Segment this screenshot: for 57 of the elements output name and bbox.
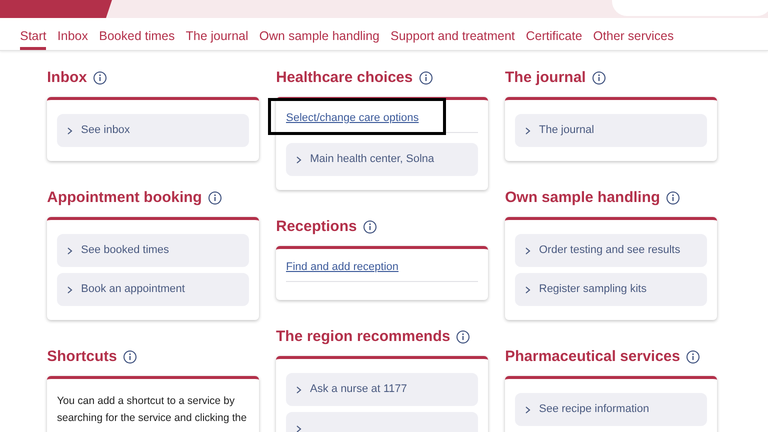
chevron-icon xyxy=(525,126,531,134)
tile-label: See recipe information xyxy=(539,402,650,418)
chevron-icon xyxy=(296,424,302,432)
info-icon[interactable] xyxy=(208,191,222,205)
chevron-icon xyxy=(67,126,73,134)
info-icon[interactable] xyxy=(592,71,606,85)
tile-label: Main health center, Solna xyxy=(310,152,434,168)
chevron-icon xyxy=(296,386,302,394)
info-icon[interactable] xyxy=(456,330,470,344)
service-tile[interactable]: See inbox xyxy=(57,114,249,147)
care-link[interactable]: Find and add reception xyxy=(286,261,399,273)
section-heading: The region recommends xyxy=(276,328,450,346)
nav-tab[interactable]: Inbox xyxy=(57,18,88,50)
info-icon[interactable] xyxy=(93,71,107,85)
tile-label: Ask a nurse at 1177 xyxy=(310,382,408,398)
info-icon[interactable] xyxy=(666,191,680,205)
tile-label: The journal xyxy=(539,123,594,138)
nav-tab[interactable]: Start xyxy=(20,18,46,50)
service-tile[interactable]: See recipe information xyxy=(515,393,707,426)
section-heading: Shortcuts xyxy=(47,348,118,366)
info-icon[interactable] xyxy=(686,350,700,364)
info-icon[interactable] xyxy=(362,220,377,234)
section-heading: Receptions xyxy=(276,218,357,236)
info-icon[interactable] xyxy=(418,71,433,85)
nav-tab[interactable]: Booked times xyxy=(99,18,175,50)
chevron-icon xyxy=(296,156,302,164)
section-heading: Healthcare choices xyxy=(276,69,413,87)
info-icon[interactable] xyxy=(123,350,138,364)
service-tile[interactable]: See booked times xyxy=(57,234,249,267)
shortcut-hint: You can add a shortcut to a service by searching for the service and clicking the xyxy=(57,394,248,426)
chevron-icon xyxy=(525,406,531,414)
tile-label: See inbox xyxy=(81,123,130,138)
nav-tab[interactable]: Certificate xyxy=(526,18,582,50)
service-tile[interactable]: Main health center, Solna xyxy=(286,143,478,176)
nav-tab[interactable]: Own sample handling xyxy=(259,18,380,50)
service-tile[interactable]: Book an appointment xyxy=(57,273,249,306)
nav-tab[interactable]: The journal xyxy=(186,18,248,50)
care-link[interactable]: Select/change care options xyxy=(286,112,419,124)
nav-tab[interactable]: Other services xyxy=(593,18,674,50)
section-heading: The journal xyxy=(505,69,586,87)
nav-tab[interactable]: Support and treatment xyxy=(390,18,515,50)
chevron-icon xyxy=(67,286,73,294)
section-heading: Inbox xyxy=(47,69,87,87)
section-heading: Own sample handling xyxy=(505,189,660,207)
service-tile[interactable]: The journal xyxy=(515,114,707,147)
chevron-icon xyxy=(67,246,73,254)
tile-label: Order testing and see results xyxy=(539,243,680,258)
section-heading: Pharmaceutical services xyxy=(505,348,680,366)
service-tile[interactable]: Order testing and see results xyxy=(515,234,707,267)
chevron-icon xyxy=(525,246,531,254)
section-heading: Appointment booking xyxy=(47,189,202,207)
tile-label: See booked times xyxy=(81,243,170,258)
tile-label: Register sampling kits xyxy=(539,282,647,298)
service-tile[interactable]: Ask a nurse at 1177 xyxy=(286,373,478,406)
service-tile[interactable]: Register sampling kits xyxy=(515,273,707,306)
tile-label: Book an appointment xyxy=(81,282,185,298)
chevron-icon xyxy=(525,286,531,294)
